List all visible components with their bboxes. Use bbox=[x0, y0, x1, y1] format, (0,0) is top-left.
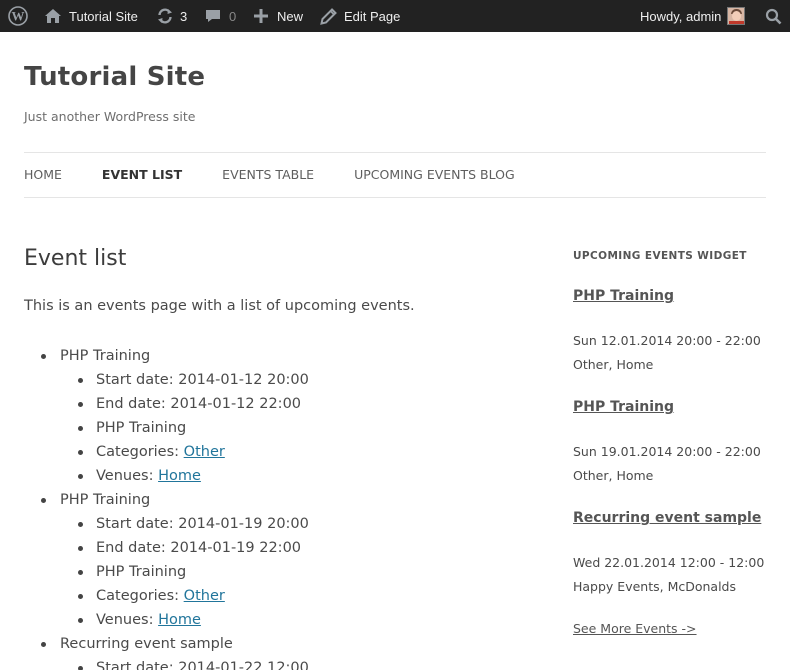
categories-label: Categories: bbox=[96, 588, 184, 604]
event-categories: Categories: Other bbox=[24, 584, 309, 608]
event-description: PHP Training bbox=[24, 416, 309, 440]
see-more-events-link[interactable]: See More Events -> bbox=[573, 621, 768, 636]
howdy-label: Howdy, admin bbox=[640, 8, 722, 24]
widget-event-date: Wed 22.01.2014 12:00 - 12:00 bbox=[573, 555, 765, 570]
venue-link[interactable]: Home bbox=[158, 612, 201, 628]
widget-event: Recurring event sample Wed 22.01.2014 12… bbox=[573, 510, 768, 599]
home-icon bbox=[44, 8, 62, 24]
updates-button[interactable]: 3 bbox=[156, 0, 187, 32]
event-venues: Venues: Home bbox=[24, 608, 309, 632]
nav-bottom-divider bbox=[24, 197, 766, 198]
widget-event-link[interactable]: PHP Training bbox=[573, 399, 768, 415]
event-list: PHP Training Start date: 2014-01-12 20:0… bbox=[24, 344, 309, 670]
event-start-date: Start date: 2014-01-19 20:00 bbox=[24, 512, 309, 536]
wordpress-logo-icon: W bbox=[8, 6, 28, 26]
account-menu[interactable]: Howdy, admin bbox=[640, 0, 746, 32]
widget-event-venue: Other, Home bbox=[573, 468, 654, 483]
upcoming-events-widget: UPCOMING EVENTS WIDGET PHP Training Sun … bbox=[573, 250, 768, 636]
plus-icon bbox=[254, 9, 268, 23]
admin-bar: W Tutorial Site 3 0 New Edit Page Howdy,… bbox=[0, 0, 790, 32]
updates-count: 3 bbox=[180, 8, 188, 24]
event-description: PHP Training bbox=[24, 560, 309, 584]
nav-item-event-list[interactable]: EVENT LIST bbox=[102, 167, 182, 182]
widget-event-link[interactable]: PHP Training bbox=[573, 288, 768, 304]
widget-event-venue: Happy Events, McDonalds bbox=[573, 579, 737, 594]
updates-icon bbox=[156, 7, 174, 25]
nav-item-upcoming-events-blog[interactable]: UPCOMING EVENTS BLOG bbox=[354, 167, 515, 182]
categories-label: Categories: bbox=[96, 444, 184, 460]
new-content-button[interactable]: New bbox=[254, 0, 303, 32]
new-label: New bbox=[277, 8, 304, 24]
site-description: Just another WordPress site bbox=[24, 109, 196, 124]
event-item: PHP Training bbox=[24, 344, 309, 368]
widget-event-date: Sun 19.01.2014 20:00 - 22:00 bbox=[573, 444, 761, 459]
event-start-date: Start date: 2014-01-12 20:00 bbox=[24, 368, 309, 392]
category-link[interactable]: Other bbox=[184, 588, 225, 604]
search-button[interactable] bbox=[765, 0, 782, 32]
site-name-button[interactable]: Tutorial Site bbox=[44, 0, 138, 32]
event-item: Recurring event sample bbox=[24, 632, 309, 656]
svg-text:W: W bbox=[12, 9, 25, 24]
edit-page-button[interactable]: Edit Page bbox=[320, 0, 400, 32]
comment-bubble-icon bbox=[205, 8, 221, 24]
comments-button[interactable]: 0 bbox=[205, 0, 236, 32]
event-end-date: End date: 2014-01-19 22:00 bbox=[24, 536, 309, 560]
search-icon bbox=[765, 8, 782, 25]
widget-event-venue: Other, Home bbox=[573, 357, 654, 372]
avatar bbox=[727, 7, 746, 25]
comments-count: 0 bbox=[229, 8, 237, 24]
widget-event-date: Sun 12.01.2014 20:00 - 22:00 bbox=[573, 333, 761, 348]
widget-event-link[interactable]: Recurring event sample bbox=[573, 510, 768, 526]
page-title: Event list bbox=[24, 246, 127, 271]
event-venues: Venues: Home bbox=[24, 464, 309, 488]
nav-item-events-table[interactable]: EVENTS TABLE bbox=[222, 167, 314, 182]
venues-label: Venues: bbox=[96, 468, 159, 484]
site-name-label: Tutorial Site bbox=[69, 8, 138, 24]
edit-page-label: Edit Page bbox=[344, 8, 401, 24]
pencil-icon bbox=[320, 7, 337, 25]
widget-event: PHP Training Sun 19.01.2014 20:00 - 22:0… bbox=[573, 399, 768, 488]
category-link[interactable]: Other bbox=[184, 444, 225, 460]
event-end-date: End date: 2014-01-12 22:00 bbox=[24, 392, 309, 416]
venues-label: Venues: bbox=[96, 612, 159, 628]
nav-item-home[interactable]: HOME bbox=[24, 167, 62, 182]
venue-link[interactable]: Home bbox=[158, 468, 201, 484]
event-categories: Categories: Other bbox=[24, 440, 309, 464]
widget-title: UPCOMING EVENTS WIDGET bbox=[573, 250, 747, 262]
site-title[interactable]: Tutorial Site bbox=[24, 62, 205, 92]
widget-event: PHP Training Sun 12.01.2014 20:00 - 22:0… bbox=[573, 288, 768, 377]
page-intro: This is an events page with a list of up… bbox=[24, 298, 415, 314]
main-navigation: HOME EVENT LIST EVENTS TABLE UPCOMING EV… bbox=[24, 152, 555, 197]
event-item: PHP Training bbox=[24, 488, 309, 512]
event-start-date: Start date: 2014-01-22 12:00 bbox=[24, 656, 309, 670]
wordpress-logo-button[interactable]: W bbox=[8, 0, 28, 32]
